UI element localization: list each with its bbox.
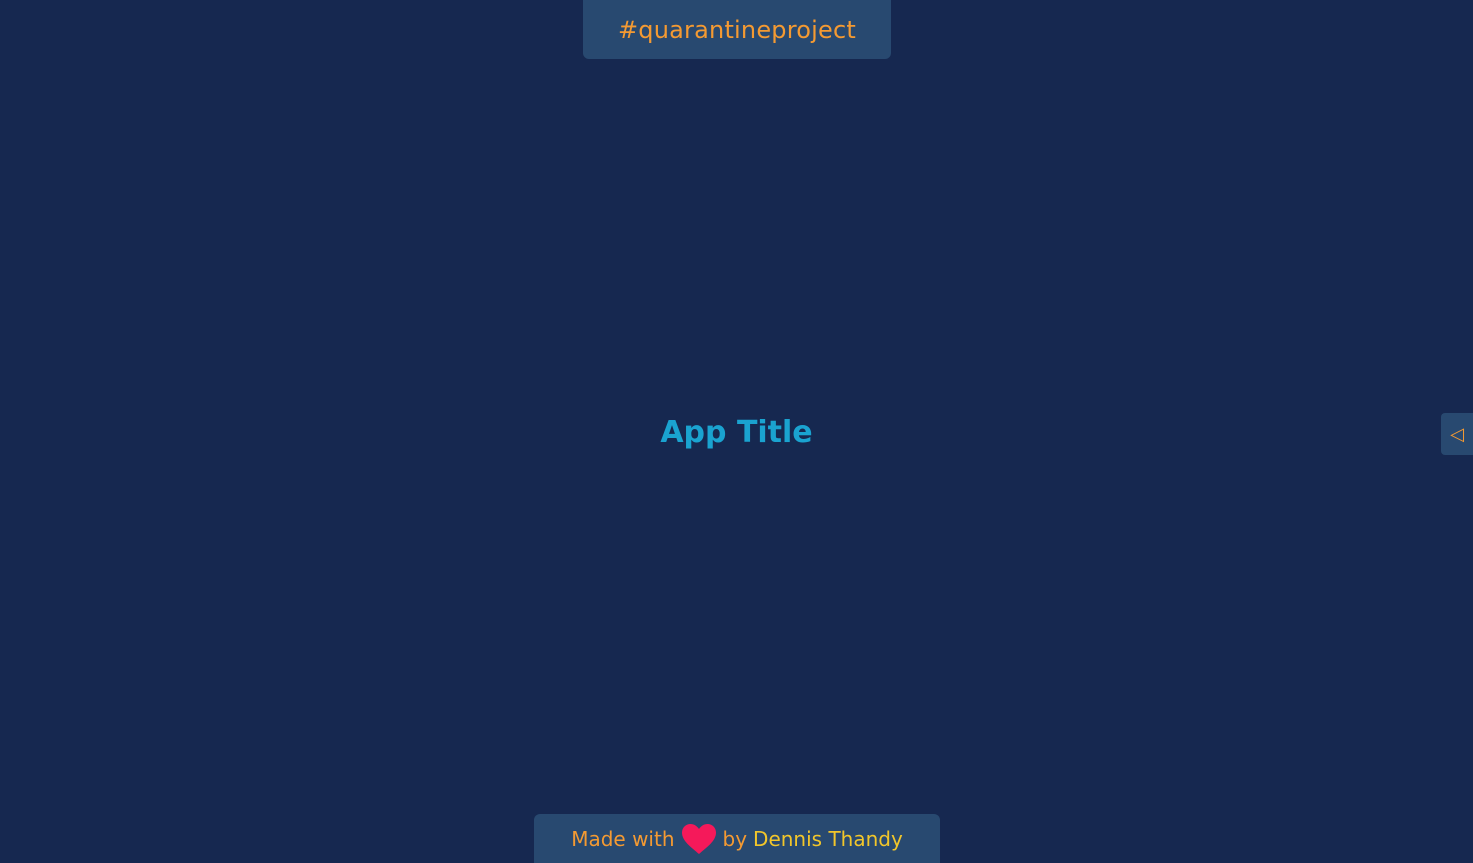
side-panel-toggle-button[interactable]: ◁ [1441, 413, 1473, 455]
heart-icon [681, 823, 717, 855]
author-link[interactable]: Dennis Thandy [753, 827, 903, 851]
triangle-left-icon: ◁ [1450, 423, 1464, 445]
footer-credit: Made with by Dennis Thandy [534, 814, 940, 863]
hashtag-text: #quarantineproject [618, 15, 856, 44]
by-text: by [722, 826, 748, 851]
made-with-text: Made with [571, 826, 675, 851]
hashtag-banner: #quarantineproject [583, 0, 891, 59]
page: #quarantineproject App Title ◁ Made with… [0, 0, 1473, 863]
app-title: App Title [660, 415, 813, 450]
